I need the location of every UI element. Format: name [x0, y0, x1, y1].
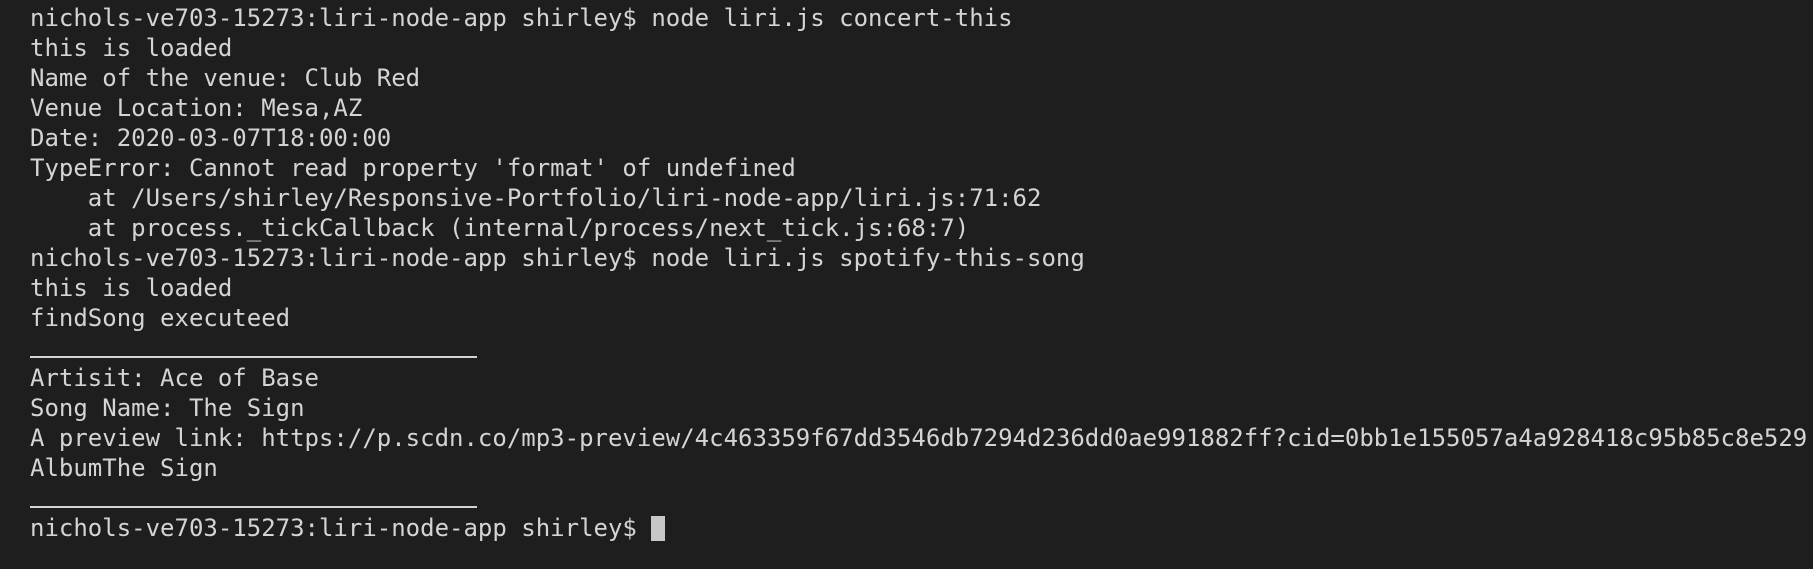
- error-line: TypeError: Cannot read property 'format'…: [30, 154, 796, 182]
- stack-trace-line: at /Users/shirley/Responsive-Portfolio/l…: [30, 184, 1042, 212]
- separator-rule: [30, 356, 477, 358]
- preview-link-line[interactable]: A preview link: https://p.scdn.co/mp3-pr…: [30, 423, 1813, 453]
- song-name-line: Song Name: The Sign: [30, 394, 305, 422]
- stack-trace-line: at process._tickCallback (internal/proce…: [30, 214, 970, 242]
- text-cursor: [650, 516, 665, 541]
- venue-location-line: Venue Location: Mesa,AZ: [30, 94, 363, 122]
- terminal-output-line: this is loaded: [30, 274, 233, 302]
- artist-line: Artisit: Ace of Base: [30, 364, 319, 392]
- date-line: Date: 2020-03-07T18:00:00: [30, 124, 392, 152]
- shell-prompt: nichols-ve703-15273:liri-node-app shirle…: [30, 514, 637, 542]
- separator-line: [30, 333, 1813, 363]
- terminal-command-line: nichols-ve703-15273:liri-node-app shirle…: [30, 4, 1013, 32]
- separator-rule: [30, 506, 477, 508]
- prompt-line[interactable]: nichols-ve703-15273:liri-node-app shirle…: [30, 513, 1813, 543]
- album-line: AlbumThe Sign: [30, 454, 218, 482]
- terminal-output-line: findSong executeed: [30, 304, 291, 332]
- venue-name-line: Name of the venue: Club Red: [30, 64, 421, 92]
- terminal-command-line: nichols-ve703-15273:liri-node-app shirle…: [30, 244, 1085, 272]
- separator-line: [30, 483, 1813, 513]
- terminal-output-line: this is loaded: [30, 34, 233, 62]
- terminal-window[interactable]: nichols-ve703-15273:liri-node-app shirle…: [0, 0, 1813, 569]
